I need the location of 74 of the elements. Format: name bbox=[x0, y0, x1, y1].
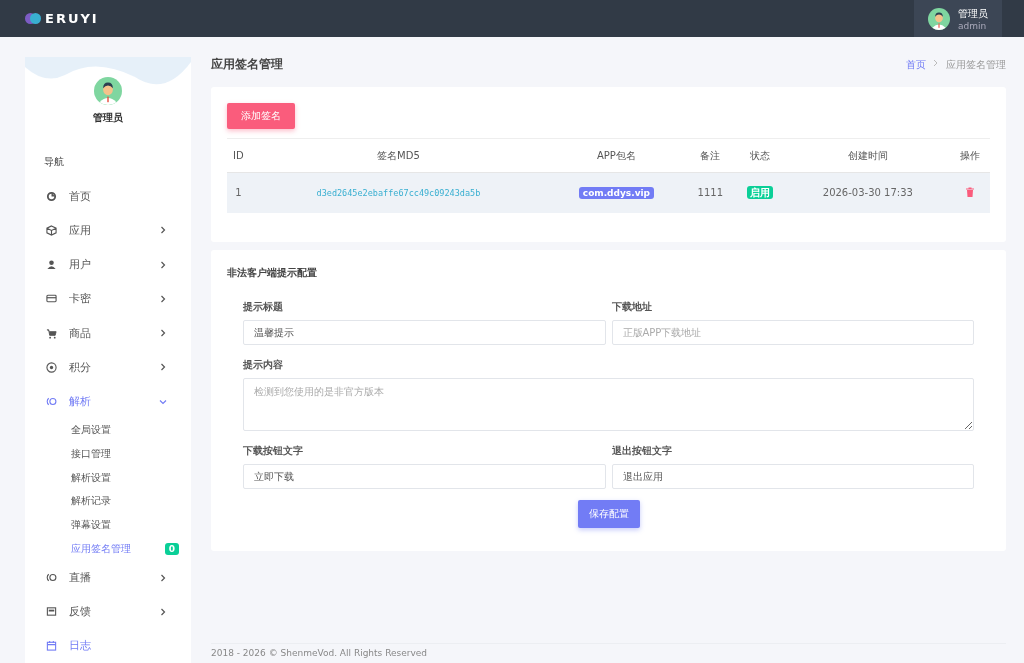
chevron-right-icon bbox=[933, 57, 939, 68]
input-field[interactable]: 正版APP下载地址 bbox=[611, 320, 974, 345]
column-header: 状态 bbox=[734, 138, 786, 173]
input-field[interactable]: 立即下载 bbox=[243, 464, 606, 489]
chevron-right-icon bbox=[159, 226, 167, 235]
md5-text: d3ed2645e2ebaffe67cc49c09243da5b bbox=[316, 188, 481, 199]
user-role: admin bbox=[958, 20, 988, 31]
column-header: 备注 bbox=[685, 138, 735, 173]
column-header: APP包名 bbox=[547, 138, 686, 173]
package-tag: com.ddys.vip bbox=[578, 187, 655, 200]
save-config-button[interactable]: 保存配置 bbox=[577, 500, 640, 528]
breadcrumb-link[interactable]: 首页 bbox=[906, 57, 926, 72]
nav-item[interactable]: 解析 bbox=[25, 384, 191, 419]
input-field[interactable]: 退出应用 bbox=[611, 464, 974, 489]
avatar-icon bbox=[94, 77, 122, 105]
nav-item[interactable]: 日志 bbox=[25, 628, 191, 663]
count-badge: 0 bbox=[164, 542, 179, 555]
column-header: 创建时间 bbox=[785, 138, 951, 173]
column-header: ID bbox=[227, 138, 250, 173]
column-header: 操作 bbox=[950, 138, 990, 173]
input-field[interactable]: 温馨提示 bbox=[243, 320, 606, 345]
nav-subitem[interactable]: 解析设置 bbox=[25, 465, 191, 490]
nav-item[interactable]: 用户 bbox=[25, 247, 191, 282]
card-title: 非法客户端提示配置 bbox=[227, 266, 318, 280]
broadcast-icon bbox=[46, 396, 57, 407]
chevron-right-icon bbox=[159, 294, 167, 303]
nav-subitem[interactable]: 解析记录 bbox=[25, 489, 191, 514]
nav-item[interactable]: 直播 bbox=[25, 560, 191, 595]
chevron-right-icon bbox=[159, 329, 167, 338]
field-label: 退出按钮文字 bbox=[611, 444, 673, 458]
cart-icon bbox=[46, 327, 57, 339]
nav-item[interactable]: 应用 bbox=[25, 213, 191, 248]
page-title: 应用签名管理 bbox=[211, 56, 283, 73]
inbox-icon bbox=[46, 606, 57, 618]
coin-icon bbox=[46, 361, 57, 373]
section-label: 导航 bbox=[44, 155, 65, 169]
sidebar-user-name: 管理员 bbox=[93, 111, 123, 125]
chevron-right-icon bbox=[159, 607, 167, 616]
user-icon bbox=[46, 259, 57, 271]
nav-item[interactable]: 卡密 bbox=[25, 281, 191, 316]
nav-subitem[interactable]: 全局设置 bbox=[25, 418, 191, 443]
nav-item[interactable]: 积分 bbox=[25, 350, 191, 385]
user-name: 管理员 bbox=[958, 6, 988, 21]
chevron-right-icon bbox=[159, 363, 167, 372]
dashboard-icon bbox=[46, 190, 57, 202]
chevron-right-icon bbox=[159, 260, 167, 269]
content-textarea[interactable]: 检测到您使用的是非官方版本 bbox=[243, 378, 974, 431]
field-label: 提示标题 bbox=[243, 300, 284, 314]
logo-text: ERUYI bbox=[45, 11, 99, 26]
field-label: 提示内容 bbox=[243, 358, 284, 372]
chevron-down-icon bbox=[159, 397, 167, 406]
nav-subitem[interactable]: 弹幕设置 bbox=[25, 513, 191, 537]
user-menu[interactable]: 管理员 admin bbox=[914, 0, 1002, 37]
trash-icon[interactable] bbox=[966, 186, 975, 197]
credit-card-icon bbox=[46, 293, 57, 305]
id-text: 1 bbox=[235, 187, 242, 199]
nav-subitem[interactable]: 接口管理 bbox=[25, 442, 191, 466]
status-tag: 启用 bbox=[747, 185, 774, 199]
nav-subitem[interactable]: 应用签名管理 0 bbox=[25, 536, 191, 561]
column-header: 签名MD5 bbox=[249, 138, 548, 173]
broadcast-icon bbox=[46, 572, 57, 583]
footer-text: 2018 - 2026 © ShenmeVod. All Rights Reserved bbox=[211, 648, 428, 658]
chevron-right-icon bbox=[159, 573, 167, 582]
note-text: 1111 bbox=[697, 187, 724, 199]
field-label: 下载地址 bbox=[611, 300, 653, 314]
nav-item[interactable]: 反馈 bbox=[25, 594, 191, 629]
logo-icon bbox=[25, 13, 41, 24]
nav-item[interactable]: 商品 bbox=[25, 315, 191, 351]
avatar-icon bbox=[928, 7, 950, 30]
nav-item[interactable]: 首页 bbox=[25, 179, 191, 214]
created-time: 2026-03-30 17:33 bbox=[822, 187, 913, 199]
field-label: 下载按钮文字 bbox=[243, 444, 304, 458]
cube-icon bbox=[46, 224, 57, 236]
calendar-icon bbox=[46, 640, 57, 652]
